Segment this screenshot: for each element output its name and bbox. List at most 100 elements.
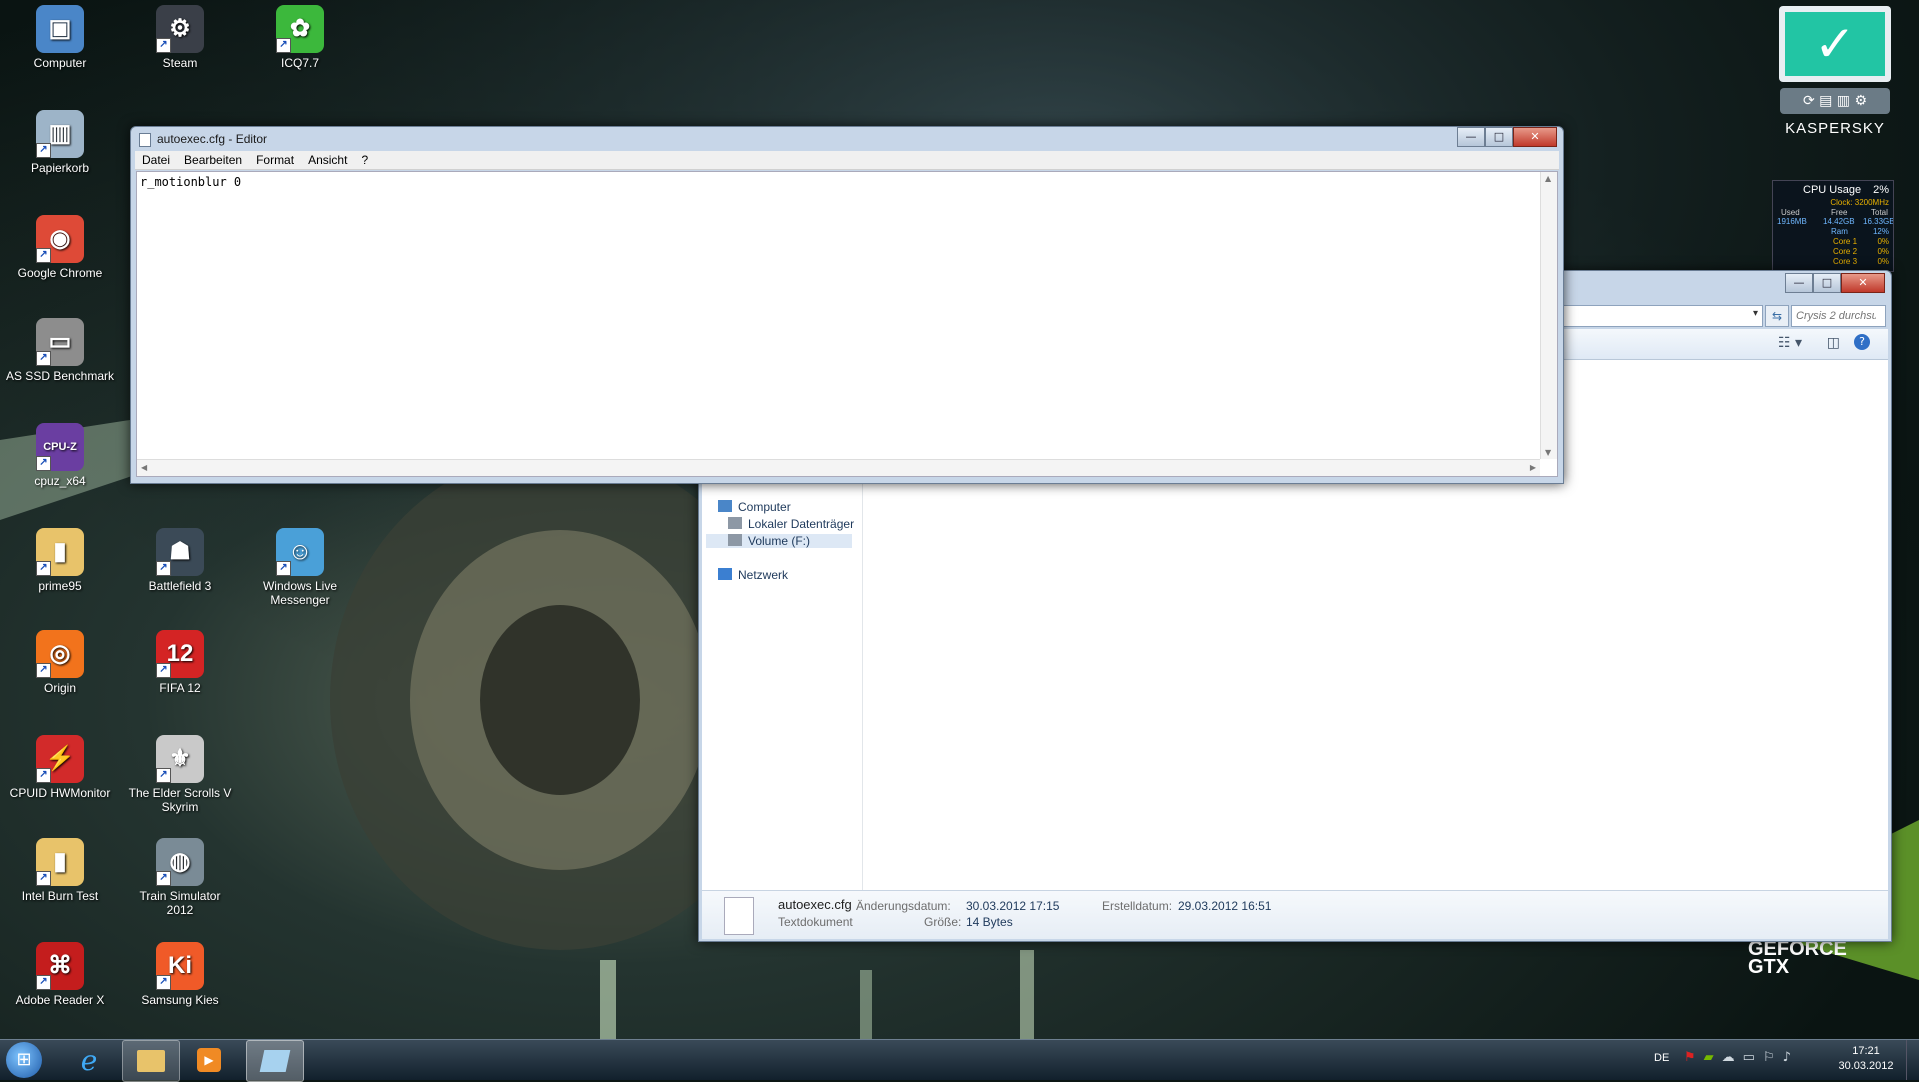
system-tray[interactable]: ⚑▰☁▭⚐♪: [1684, 1050, 1799, 1065]
shortcut-arrow-icon: ↗: [36, 351, 51, 366]
nvidia-tray-icon[interactable]: ▰: [1704, 1050, 1722, 1065]
used-value: 1916MB: [1777, 217, 1807, 226]
folder-icon: [137, 1050, 165, 1072]
scroll-left-icon[interactable]: ◀: [141, 463, 147, 472]
close-button[interactable]: ✕: [1841, 273, 1885, 293]
scroll-down-icon[interactable]: ▼: [1545, 448, 1551, 457]
desktop-icon-fifa-12[interactable]: 12 ↗ FIFA 12: [125, 630, 235, 695]
desktop-icon-origin[interactable]: ◎ ↗ Origin: [5, 630, 115, 695]
view-options-icon[interactable]: ☷ ▾: [1778, 335, 1802, 351]
cpu-clock: Clock: 3200MHz: [1830, 198, 1889, 207]
action-center-icon[interactable]: ⚐: [1763, 1050, 1783, 1065]
text-area[interactable]: r_motionblur 0 ▲ ▼ ◀ ▶: [136, 171, 1558, 477]
network-tray-icon[interactable]: ☁: [1722, 1050, 1743, 1065]
desktop-icon-adobe-reader-x[interactable]: ⌘ ↗ Adobe Reader X: [5, 942, 115, 1007]
notepad-taskbar-button[interactable]: [246, 1040, 304, 1082]
close-button[interactable]: ✕: [1513, 127, 1557, 147]
cpu-usage-gadget: CPU Usage 2% Clock: 3200MHz Used Free To…: [1772, 180, 1894, 272]
desktop-icon-label: Train Simulator 2012: [139, 889, 221, 917]
editor-content[interactable]: r_motionblur 0: [140, 175, 241, 189]
shortcut-arrow-icon: ↗: [36, 768, 51, 783]
desktop-icon-steam[interactable]: ⚙ ↗ Steam: [125, 5, 235, 70]
created-label: Erstelldatum:: [1102, 899, 1173, 913]
minimize-button[interactable]: —: [1785, 273, 1813, 293]
start-button[interactable]: ⊞: [6, 1042, 42, 1078]
search-input[interactable]: [1792, 306, 1878, 326]
geforce-logo: GEFORCE GTX: [1748, 939, 1847, 977]
menu-item-ansicht[interactable]: Ansicht: [301, 151, 354, 169]
steam-icon: ⚙ ↗: [156, 5, 204, 53]
used-label: Used: [1781, 208, 1800, 217]
desktop-icon-the-elder-scrolls-v-skyrim[interactable]: ⚜ ↗ The Elder Scrolls V Skyrim: [125, 735, 235, 814]
desktop-icon-train-simulator-2012[interactable]: ◍ ↗ Train Simulator 2012: [125, 838, 235, 917]
nav-item-volume-f-[interactable]: Volume (F:): [706, 534, 852, 548]
internet-explorer-taskbar-button[interactable]: e: [66, 1040, 112, 1080]
menu-item-datei[interactable]: Datei: [135, 151, 177, 169]
language-indicator[interactable]: DE: [1654, 1052, 1669, 1064]
minimize-button[interactable]: —: [1457, 127, 1485, 147]
details-pane: autoexec.cfg Textdokument Änderungsdatum…: [702, 890, 1888, 939]
maximize-button[interactable]: □: [1813, 273, 1841, 293]
clock[interactable]: 17:21 30.03.2012: [1826, 1044, 1906, 1074]
desktop-icon-icq7-7[interactable]: ✿ ↗ ICQ7.7: [245, 5, 355, 70]
kaspersky-gadget[interactable]: ✓ ⟳ ▤ ▥ ⚙ KASPERSKY: [1775, 6, 1895, 166]
scroll-right-icon[interactable]: ▶: [1530, 463, 1536, 472]
notepad-titlebar[interactable]: autoexec.cfg - Editor — □ ✕: [131, 127, 1563, 151]
taskbar: ⊞ e ▶ DE ⚑▰☁▭⚐♪ 17:21 30.03.2012: [0, 1039, 1919, 1082]
vertical-scrollbar[interactable]: ▲ ▼: [1540, 172, 1557, 459]
shortcut-arrow-icon: ↗: [156, 871, 171, 886]
ram-value: 12%: [1872, 227, 1889, 236]
icq7-7-icon: ✿ ↗: [276, 5, 324, 53]
menu-item-bearbeiten[interactable]: Bearbeiten: [177, 151, 249, 169]
shortcut-arrow-icon: ↗: [156, 768, 171, 783]
maximize-button[interactable]: □: [1485, 127, 1513, 147]
menu-item-help[interactable]: ?: [354, 151, 375, 169]
show-desktop-button[interactable]: [1906, 1040, 1919, 1080]
desktop-icon-papierkorb[interactable]: ▥ ↗ Papierkorb: [5, 110, 115, 175]
explorer-taskbar-button[interactable]: [122, 1040, 180, 1082]
core2-label: Core 2: [1833, 247, 1858, 256]
desktop-icon-samsung-kies[interactable]: Ki ↗ Samsung Kies: [125, 942, 235, 1007]
kaspersky-tray-icon[interactable]: ⚑: [1684, 1050, 1704, 1065]
desktop-icon-label: prime95: [38, 579, 82, 593]
desktop-icon-cpuid-hwmonitor[interactable]: ⚡ ↗ CPUID HWMonitor: [5, 735, 115, 800]
desktop-icon-computer[interactable]: ▣ Computer: [5, 5, 115, 70]
preview-pane-icon[interactable]: ◫: [1827, 335, 1840, 351]
search-box[interactable]: [1791, 305, 1886, 327]
scroll-up-icon[interactable]: ▲: [1545, 174, 1551, 183]
nav-item-netzwerk[interactable]: Netzwerk: [718, 568, 788, 582]
menu-item-format[interactable]: Format: [249, 151, 301, 169]
window-title: autoexec.cfg - Editor: [157, 132, 268, 146]
nav-item-lokaler-datentr-ger[interactable]: Lokaler Datenträger: [728, 517, 854, 531]
address-bar[interactable]: ▾: [1561, 305, 1763, 327]
desktop-icon-windows-live-messenger[interactable]: ☺ ↗ Windows Live Messenger: [245, 528, 355, 607]
nav-item-label: Netzwerk: [738, 568, 789, 582]
monitor-icon: ✓: [1779, 6, 1891, 82]
desktop-icon-prime95[interactable]: ▮ ↗ prime95: [5, 528, 115, 593]
notepad-window[interactable]: autoexec.cfg - Editor — □ ✕ Datei Bearbei…: [130, 126, 1564, 484]
computer-icon: [718, 500, 732, 512]
desktop-icon-label: FIFA 12: [159, 681, 201, 695]
cpu-title: CPU Usage: [1803, 184, 1862, 196]
desktop-icon-intel-burn-test[interactable]: ▮ ↗ Intel Burn Test: [5, 838, 115, 903]
shortcut-arrow-icon: ↗: [156, 975, 171, 990]
refresh-button[interactable]: ⇆: [1765, 305, 1789, 327]
desktop-icon-battlefield-3[interactable]: ☗ ↗ Battlefield 3: [125, 528, 235, 593]
display-tray-icon[interactable]: ▭: [1743, 1050, 1763, 1065]
nav-item-computer[interactable]: Computer: [718, 500, 791, 514]
internet-explorer-icon: e: [80, 1043, 98, 1077]
help-icon[interactable]: ?: [1854, 334, 1870, 350]
core3-label: Core 3: [1833, 257, 1858, 266]
train-simulator-2012-icon: ◍ ↗: [156, 838, 204, 886]
kaspersky-toolbar[interactable]: ⟳ ▤ ▥ ⚙: [1780, 88, 1890, 114]
desktop-icon-as-ssd-benchmark[interactable]: ▭ ↗ AS SSD Benchmark: [5, 318, 115, 383]
horizontal-scrollbar[interactable]: ◀ ▶: [137, 459, 1540, 476]
desktop-icon-google-chrome[interactable]: ◉ ↗ Google Chrome: [5, 215, 115, 280]
notepad-icon: [139, 133, 151, 147]
dropdown-arrow-icon[interactable]: ▾: [1753, 308, 1758, 319]
volume-icon[interactable]: ♪: [1783, 1050, 1799, 1065]
desktop-icon-cpuz-x64[interactable]: CPU-Z ↗ cpuz_x64: [5, 423, 115, 488]
check-icon: ✓: [1785, 12, 1885, 76]
desktop-icon-label: Steam: [162, 56, 198, 70]
media-player-taskbar-button[interactable]: ▶: [186, 1040, 232, 1080]
